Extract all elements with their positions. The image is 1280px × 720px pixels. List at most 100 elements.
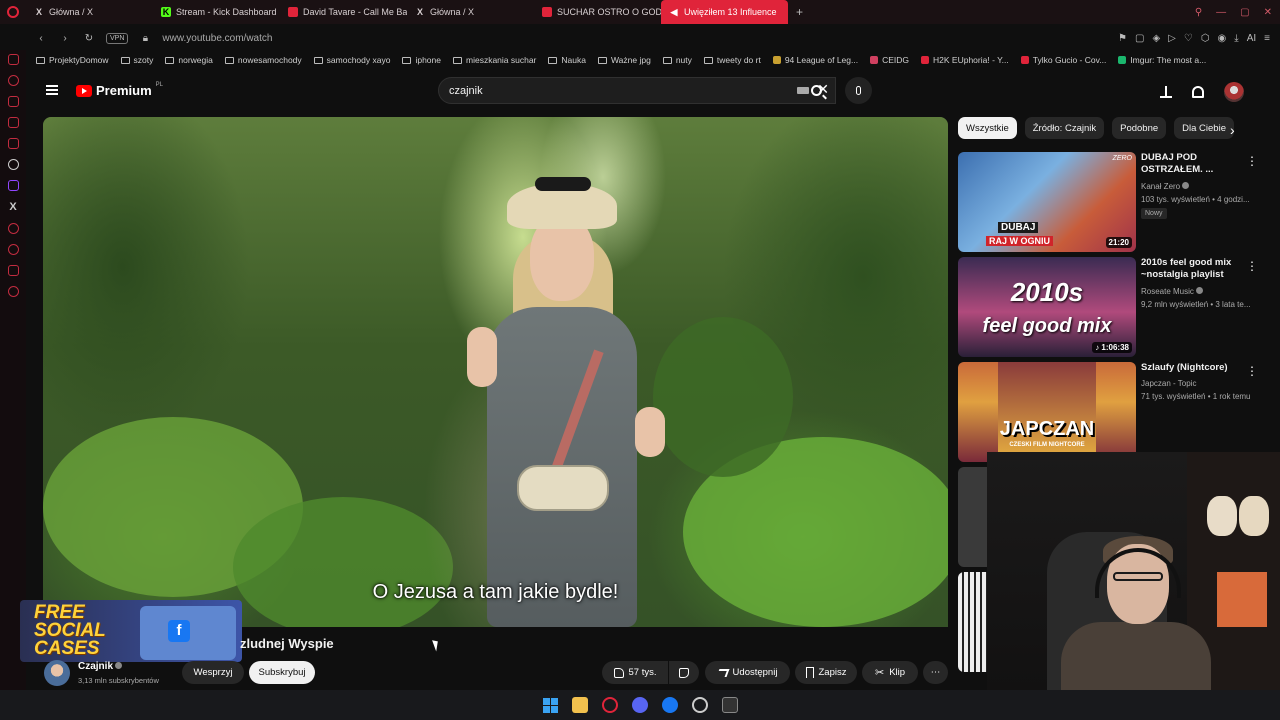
- youtube-logo[interactable]: Premium PL: [76, 82, 163, 98]
- search-tabs-icon[interactable]: ⚲: [1195, 7, 1202, 18]
- hamburger-menu-icon[interactable]: [46, 85, 58, 95]
- opera-taskbar-icon[interactable]: [601, 697, 618, 713]
- video-player[interactable]: O Jezusa a tam jakie bydle!: [43, 117, 948, 627]
- bookmark-folder[interactable]: nowesamochody: [224, 55, 302, 65]
- recommended-video[interactable]: 2010s feel good mix ♪ 1:06:38 2010s feel…: [958, 257, 1258, 357]
- extensions-icon[interactable]: ⬡: [1201, 33, 1210, 44]
- menu-icon[interactable]: ≡: [1264, 33, 1270, 44]
- x-icon[interactable]: X: [9, 201, 16, 213]
- browser-tab-active[interactable]: ◀ Uwięziłem 13 Influence: [661, 0, 788, 24]
- vpn-badge[interactable]: VPN: [106, 32, 129, 44]
- file-explorer-icon[interactable]: [571, 697, 588, 713]
- share-button[interactable]: Udostępnij: [705, 661, 790, 684]
- messenger-icon[interactable]: [7, 54, 19, 65]
- video-thumbnail[interactable]: JAPCZAN CZESKI FILM NIGHTCORE: [958, 362, 1136, 462]
- chatgpt-icon[interactable]: [7, 159, 19, 170]
- download-icon[interactable]: ⤓: [1234, 33, 1238, 44]
- bookmark-folder[interactable]: Ważne jpg: [597, 55, 651, 65]
- terminal-icon[interactable]: [721, 697, 738, 713]
- clock-icon[interactable]: [7, 244, 19, 255]
- shield-icon[interactable]: ◈: [1152, 33, 1160, 44]
- browser-tab[interactable]: X Główna / X: [26, 0, 153, 24]
- obs-icon[interactable]: [691, 697, 708, 713]
- bookmark-link[interactable]: 94 League of Leg...: [772, 55, 858, 65]
- back-icon[interactable]: ‹: [34, 33, 48, 44]
- forward-icon[interactable]: ›: [58, 33, 72, 44]
- snapshot-icon[interactable]: ▢: [1135, 33, 1144, 44]
- video-title[interactable]: DUBAJ POD OSTRZAŁEM. ...: [1141, 152, 1241, 176]
- chip-source[interactable]: Źródło: Czajnik: [1024, 117, 1105, 139]
- channel-name[interactable]: Czajnik: [78, 661, 123, 672]
- recommended-video[interactable]: JAPCZAN CZESKI FILM NIGHTCORE Szlaufy (N…: [958, 362, 1258, 462]
- chevron-right-icon[interactable]: ›: [1230, 122, 1235, 138]
- support-button[interactable]: Wesprzyj: [182, 661, 244, 684]
- notifications-bell-icon[interactable]: [1192, 86, 1204, 98]
- bookmark-link[interactable]: Imgur: The most a...: [1118, 55, 1206, 65]
- promo-overlay[interactable]: f FREE SOCIAL CASES: [20, 600, 242, 662]
- video-channel[interactable]: Kanał Zero: [1141, 182, 1190, 191]
- music-icon[interactable]: [7, 117, 19, 128]
- video-channel[interactable]: Japczan - Topic: [1141, 379, 1196, 388]
- more-vert-icon[interactable]: ⋮: [1246, 364, 1258, 378]
- more-vert-icon[interactable]: ⋮: [1246, 154, 1258, 168]
- dislike-button[interactable]: [669, 661, 699, 684]
- browser-tab[interactable]: SUCHAR OSTRO O GODZ: [534, 0, 661, 24]
- recommended-video-partial[interactable]: [958, 572, 988, 672]
- discord-icon[interactable]: [631, 697, 648, 713]
- new-tab-button[interactable]: +: [788, 5, 811, 19]
- bookmark-folder[interactable]: szoty: [120, 55, 153, 65]
- video-title[interactable]: Szlaufy (Nightcore): [1141, 362, 1241, 374]
- maximize-icon[interactable]: ▢: [1240, 7, 1249, 18]
- profile-icon[interactable]: ◉: [1218, 33, 1227, 44]
- bookmark-link[interactable]: CEIDG: [870, 55, 909, 65]
- browser-tab[interactable]: K Stream - Kick Dashboard: [153, 0, 280, 24]
- clip-button[interactable]: ✂ Klip: [862, 661, 918, 684]
- bookmark-folder[interactable]: samochody xayo: [313, 55, 390, 65]
- bookmark-link[interactable]: Tylko Gucio - Cov...: [1020, 55, 1106, 65]
- player-icon[interactable]: [7, 223, 19, 234]
- bookmark-folder[interactable]: iphone: [402, 55, 441, 65]
- url-field[interactable]: www.youtube.com/watch: [162, 33, 272, 44]
- bookmark-folder[interactable]: tweety do rt: [703, 55, 761, 65]
- account-avatar[interactable]: [1224, 82, 1244, 102]
- bookmark-folder[interactable]: Nauka: [548, 55, 586, 65]
- history-icon[interactable]: [7, 75, 19, 86]
- play-icon[interactable]: ▷: [1168, 33, 1176, 44]
- bookmark-icon[interactable]: ⚑: [1118, 33, 1127, 44]
- reload-icon[interactable]: ↻: [82, 33, 96, 44]
- browser-tab[interactable]: X Główna / X: [407, 0, 534, 24]
- heart-icon[interactable]: ♡: [1184, 33, 1193, 44]
- bookmark-link[interactable]: H2K EUphoria! - Y...: [921, 55, 1009, 65]
- windows-start-icon[interactable]: [542, 697, 558, 713]
- chip-all[interactable]: Wszystkie: [958, 117, 1017, 139]
- video-channel[interactable]: Roseate Music: [1141, 287, 1203, 296]
- bookmark-folder[interactable]: nuty: [662, 55, 692, 65]
- video-title[interactable]: 2010s feel good mix ~nostalgia playlist: [1141, 257, 1241, 281]
- bookmark-folder[interactable]: norwegia: [165, 55, 213, 65]
- video-thumbnail[interactable]: 2010s feel good mix ♪ 1:06:38: [958, 257, 1136, 357]
- upload-icon[interactable]: [1160, 86, 1172, 98]
- settings-icon[interactable]: [7, 286, 19, 297]
- video-thumbnail[interactable]: ZERO DUBAJ RAJ W OGNIU 21:20: [958, 152, 1136, 252]
- facebook-taskbar-icon[interactable]: [661, 697, 678, 713]
- wallet-icon[interactable]: [7, 96, 19, 107]
- search-input[interactable]: czajnik ✕: [438, 77, 836, 104]
- chip-for-you[interactable]: Dla Ciebie: [1174, 117, 1234, 139]
- channel-avatar[interactable]: [44, 660, 70, 686]
- bookmark-folder[interactable]: ProjektyDomow: [36, 55, 109, 65]
- recommended-video[interactable]: ZERO DUBAJ RAJ W OGNIU 21:20 DUBAJ POD O…: [958, 152, 1258, 252]
- bookmark-folder[interactable]: mieszkania suchar: [453, 55, 536, 65]
- opera-logo-icon[interactable]: [0, 0, 26, 24]
- extensions-icon[interactable]: [7, 265, 19, 276]
- subscribe-button[interactable]: Subskrybuj: [249, 661, 315, 684]
- more-vert-icon[interactable]: ⋮: [1246, 259, 1258, 273]
- save-button[interactable]: Zapisz: [795, 661, 857, 684]
- pinboard-icon[interactable]: [7, 138, 19, 149]
- search-button[interactable]: [798, 77, 834, 104]
- like-button[interactable]: 57 tys.: [602, 661, 668, 684]
- minimize-icon[interactable]: —: [1216, 7, 1226, 18]
- chip-related[interactable]: Podobne: [1112, 117, 1167, 139]
- ai-button[interactable]: AI: [1247, 33, 1256, 44]
- recommended-video-partial[interactable]: [958, 467, 988, 567]
- twitch-icon[interactable]: [7, 180, 19, 191]
